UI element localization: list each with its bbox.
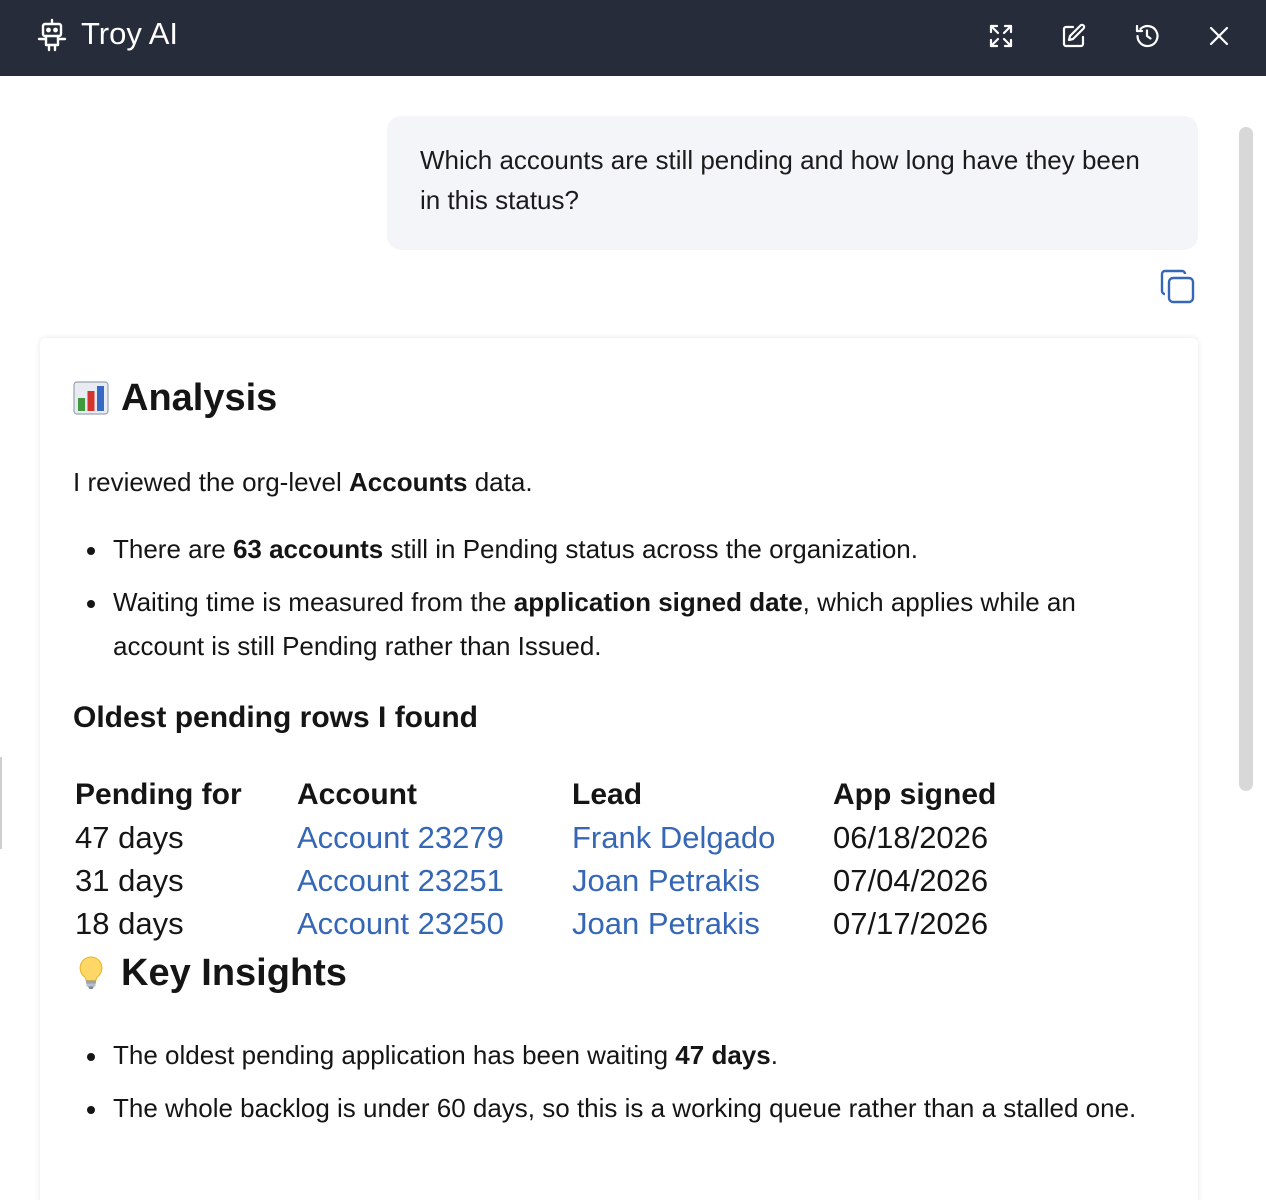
analysis-title: Analysis <box>121 377 278 419</box>
close-icon <box>1209 26 1229 46</box>
bullet-text: There are <box>113 534 233 564</box>
pending-for-cell: 18 days <box>75 906 184 941</box>
bullet-bold: 47 days <box>675 1040 771 1070</box>
bar-chart-emoji <box>73 381 109 415</box>
app-signed-cell: 06/18/2026 <box>833 820 989 855</box>
pending-accounts-table: Pending for Account Lead App signed 47 d… <box>73 774 1033 945</box>
insights-title: Key Insights <box>121 952 347 994</box>
account-link[interactable]: Account 23251 <box>295 859 570 902</box>
table-row: 18 days Account 23250 Joan Petrakis 07/1… <box>73 902 1033 945</box>
lead-link[interactable]: Joan Petrakis <box>570 859 831 902</box>
column-header: Account <box>297 778 417 811</box>
list-item: Waiting time is measured from the applic… <box>73 580 1173 668</box>
table-header-row: Pending for Account Lead App signed <box>73 774 1033 816</box>
new-chat-button[interactable] <box>1058 20 1090 52</box>
expand-button[interactable] <box>985 20 1017 52</box>
account-link[interactable]: Account 23250 <box>295 902 570 945</box>
column-header: Pending for <box>75 778 242 811</box>
pending-for-cell: 31 days <box>75 863 184 898</box>
bullet-text-end: . <box>770 1040 778 1070</box>
table-row: 31 days Account 23251 Joan Petrakis 07/0… <box>73 859 1033 902</box>
chat-area: Which accounts are still pending and how… <box>0 76 1266 1200</box>
robot-icon <box>37 18 67 52</box>
intro-bold: Accounts <box>349 467 468 497</box>
list-item: The oldest pending application has been … <box>73 1033 1173 1077</box>
scrollbar[interactable] <box>1239 127 1253 791</box>
bullet-bold: application signed date <box>513 587 803 617</box>
user-message: Which accounts are still pending and how… <box>387 116 1198 250</box>
list-item: There are 63 accounts still in Pending s… <box>73 527 1173 571</box>
analysis-intro: I reviewed the org-level Accounts data. <box>73 462 533 502</box>
edit-icon <box>1062 23 1086 48</box>
account-link[interactable]: Account 23279 <box>295 816 570 859</box>
history-icon <box>1135 24 1159 48</box>
copy-icon[interactable] <box>1159 268 1197 306</box>
list-item: The whole backlog is under 60 days, so t… <box>73 1086 1173 1130</box>
lead-link[interactable]: Frank Delgado <box>570 816 831 859</box>
intro-text: I reviewed the org-level <box>73 467 350 497</box>
column-header: Lead <box>572 778 643 811</box>
bullet-text: The oldest pending application has been … <box>113 1040 676 1070</box>
app-signed-cell: 07/04/2026 <box>833 863 989 898</box>
lightbulb-emoji <box>79 956 103 989</box>
lead-link[interactable]: Joan Petrakis <box>570 902 831 945</box>
resize-handle[interactable] <box>0 757 2 849</box>
bullet-text: Waiting time is measured from the <box>113 587 514 617</box>
intro-text-end: data. <box>467 467 533 497</box>
assistant-response: Analysis I reviewed the org-level Accoun… <box>40 338 1198 1200</box>
insights-heading: Key Insights <box>73 951 347 995</box>
history-button[interactable] <box>1131 20 1163 52</box>
oldest-rows-heading: Oldest pending rows I found <box>73 701 478 734</box>
close-button[interactable] <box>1203 20 1235 52</box>
table-row: 47 days Account 23279 Frank Delgado 06/1… <box>73 816 1033 859</box>
analysis-bullets: There are 63 accounts still in Pending s… <box>73 527 1173 677</box>
app-signed-cell: 07/17/2026 <box>833 906 989 941</box>
column-header: App signed <box>833 778 997 811</box>
bullet-bold: 63 accounts <box>232 534 384 564</box>
bullet-text-end: still in Pending status across the organ… <box>383 534 918 564</box>
analysis-heading: Analysis <box>73 376 277 420</box>
expand-icon <box>989 24 1013 48</box>
app-title: Troy AI <box>81 16 179 51</box>
app-header: Troy AI <box>0 0 1266 76</box>
insights-bullets: The oldest pending application has been … <box>73 1033 1173 1139</box>
pending-for-cell: 47 days <box>75 820 184 855</box>
